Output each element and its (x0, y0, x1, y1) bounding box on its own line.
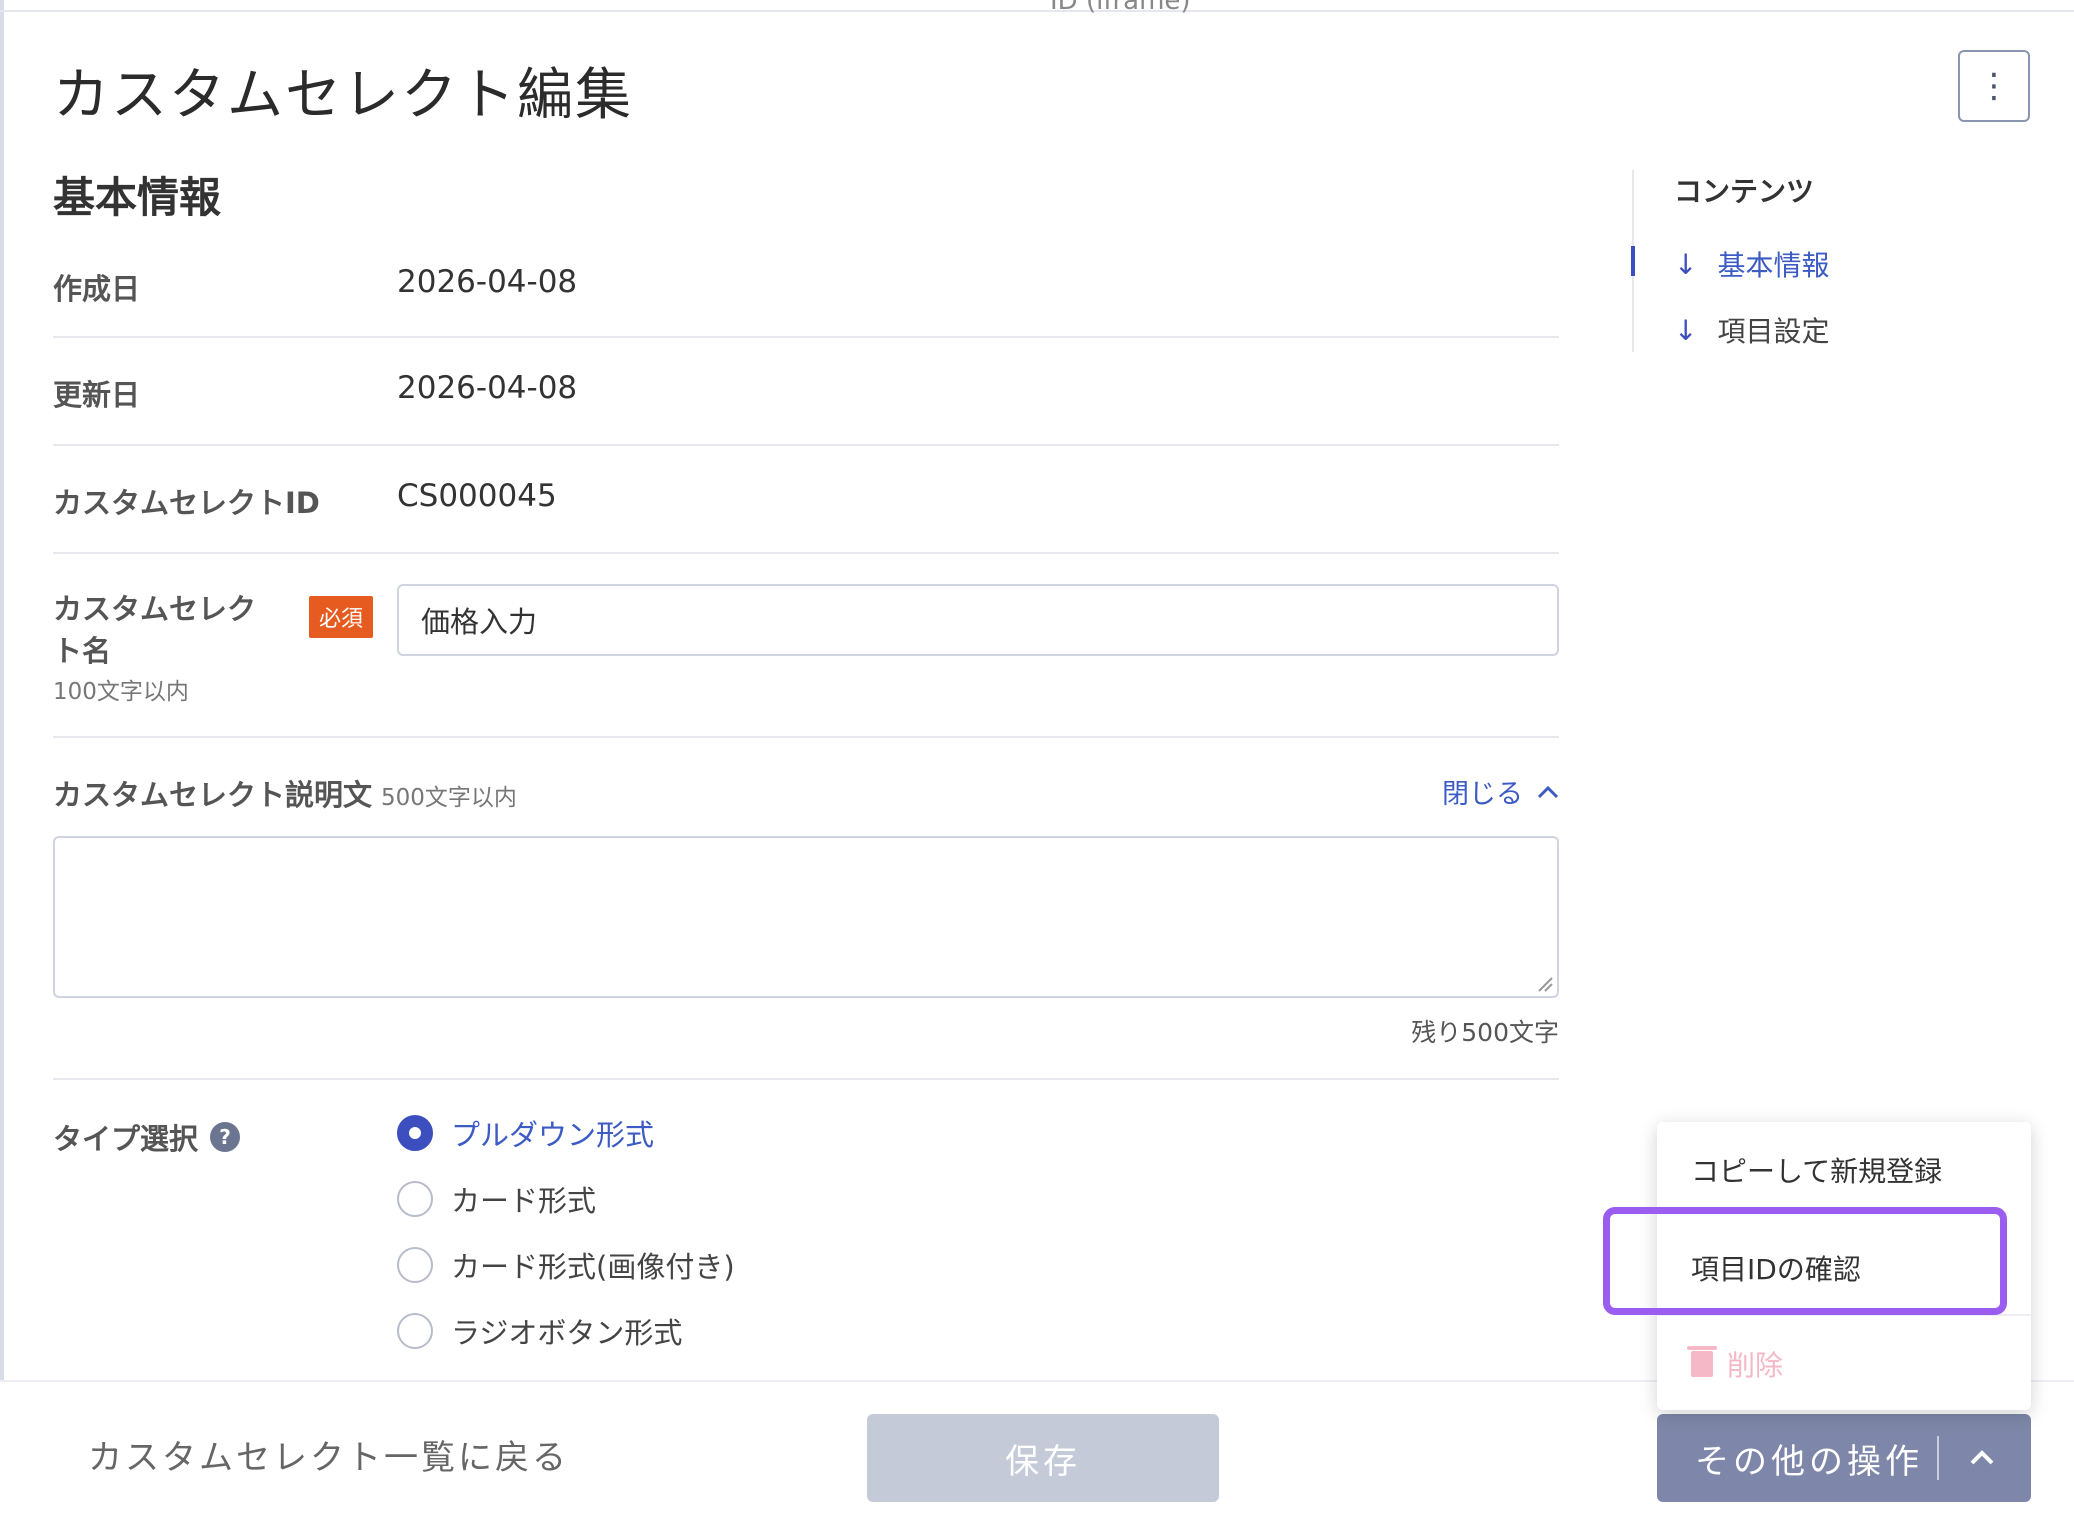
radio-option-card-image[interactable]: カード形式(画像付き) (397, 1244, 735, 1286)
arrow-down-icon: ↓ (1674, 247, 1698, 281)
custom-select-id-label: カスタムセレクトID (53, 486, 320, 520)
menu-item-delete-label: 削除 (1727, 1349, 1784, 1382)
frame-top-border (0, 10, 2074, 12)
name-limit-note: 100文字以内 (53, 679, 189, 705)
updated-date-label: 更新日 (53, 378, 141, 412)
toc-item-label: 項目設定 (1717, 315, 1830, 348)
custom-select-name-row: カスタムセレクト名 必須 100文字以内 価格入力 (53, 554, 1559, 738)
resize-handle-icon[interactable] (1535, 974, 1553, 992)
collapse-toggle-label: 閉じる (1442, 779, 1523, 810)
created-date-label: 作成日 (53, 272, 141, 306)
radio-option-label: カード形式 (451, 1184, 597, 1218)
created-date-row: 作成日 2026-04-08 (53, 250, 1559, 338)
chevron-up-icon (1537, 785, 1559, 798)
name-input-value: 価格入力 (421, 605, 538, 639)
kebab-icon: ⋮ (1977, 66, 2011, 106)
description-collapse-toggle[interactable]: 閉じる (1442, 772, 1559, 811)
question-icon[interactable]: ? (210, 1122, 241, 1152)
chevron-up-icon (1970, 1450, 1994, 1465)
section-title-basic-info: 基本情報 (53, 173, 222, 222)
custom-select-name-label: カスタムセレクト名 (53, 592, 257, 668)
divider (53, 1078, 1559, 1080)
radio-button[interactable] (397, 1115, 433, 1151)
radio-button[interactable] (397, 1247, 433, 1283)
frame-border (0, 0, 4, 1517)
toc-item-field-settings[interactable]: ↓ 項目設定 (1674, 310, 1829, 350)
radio-option-label: プルダウン形式 (451, 1118, 655, 1152)
toc-item-basic-info[interactable]: ↓ 基本情報 (1674, 244, 1829, 284)
page-title: カスタムセレクト編集 (53, 63, 633, 128)
back-to-list-link[interactable]: カスタムセレクト一覧に戻る (88, 1430, 569, 1479)
button-separator (1937, 1436, 1939, 1480)
description-label: カスタムセレクト説明文 (53, 778, 373, 812)
created-date-value: 2026-04-08 (397, 264, 578, 300)
radio-option-label: カード形式(画像付き) (451, 1250, 735, 1284)
radio-option-pulldown[interactable]: プルダウン形式 (397, 1112, 654, 1154)
menu-item-delete[interactable]: 削除 (1687, 1344, 1784, 1384)
required-badge: 必須 (309, 596, 374, 638)
radio-button[interactable] (397, 1313, 433, 1349)
save-button-label: 保存 (1005, 1441, 1081, 1482)
more-actions-label: その他の操作 (1695, 1441, 1923, 1482)
menu-item-copy-new[interactable]: コピーして新規登録 (1691, 1150, 1942, 1190)
save-button[interactable]: 保存 (867, 1414, 1219, 1502)
custom-select-name-input[interactable]: 価格入力 (397, 584, 1559, 656)
custom-select-id-row: カスタムセレクトID CS000045 (53, 446, 1559, 554)
more-actions-button[interactable]: その他の操作 (1657, 1414, 2031, 1502)
type-select-label-text: タイプ選択 (53, 1122, 199, 1156)
radio-option-card[interactable]: カード形式 (397, 1178, 596, 1220)
updated-date-row: 更新日 2026-04-08 (53, 338, 1559, 446)
toc-item-label: 基本情報 (1717, 249, 1830, 282)
toc-title: コンテンツ (1674, 175, 1815, 208)
iframe-label: ID (iframe) (1050, 0, 1191, 16)
table-of-contents: コンテンツ ↓ 基本情報 ↓ 項目設定 (1631, 170, 2012, 352)
toc-active-indicator (1631, 246, 1635, 276)
description-textarea[interactable] (53, 836, 1559, 998)
updated-date-value: 2026-04-08 (397, 370, 578, 406)
radio-button[interactable] (397, 1181, 433, 1217)
radio-option-radio[interactable]: ラジオボタン形式 (397, 1310, 682, 1352)
custom-select-id-value: CS000045 (397, 478, 557, 514)
description-limit-note: 500文字以内 (381, 785, 517, 811)
remaining-chars: 残り500文字 (1411, 1018, 1559, 1047)
trash-icon (1687, 1346, 1717, 1377)
highlight-annotation (1603, 1207, 2007, 1315)
arrow-down-icon: ↓ (1674, 313, 1698, 347)
kebab-menu-button[interactable]: ⋮ (1958, 50, 2030, 122)
type-select-label: タイプ選択 ? (53, 1116, 241, 1158)
radio-option-label: ラジオボタン形式 (451, 1316, 683, 1350)
